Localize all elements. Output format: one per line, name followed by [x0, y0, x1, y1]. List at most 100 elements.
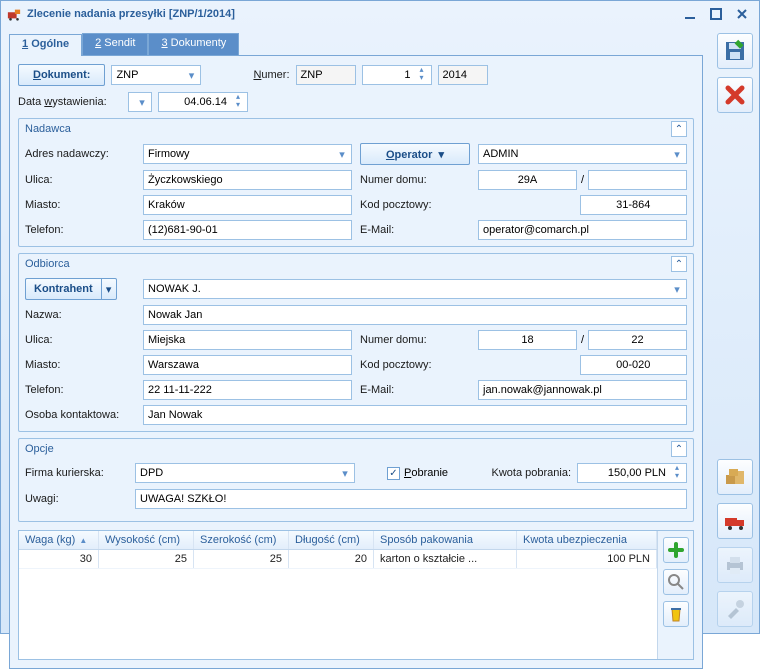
kontrahent-combo[interactable]: NOWAK J.▾ — [143, 279, 687, 299]
odbiorca-tel-input[interactable]: 22 11-11-222 — [143, 380, 352, 400]
kontrahent-button[interactable]: Kontrahent — [25, 278, 101, 300]
nadawca-ulica-input[interactable]: Życzkowskiego — [143, 170, 352, 190]
col-kwota-ubezp[interactable]: Kwota ubezpieczenia — [517, 531, 657, 549]
osoba-label: Osoba kontaktowa: — [25, 409, 135, 421]
collapse-button[interactable]: ⌃ — [671, 441, 687, 457]
odbiorca-numdom-a[interactable]: 18 — [478, 330, 577, 350]
minimize-button[interactable] — [679, 5, 701, 23]
miasto-label: Miasto: — [25, 199, 135, 211]
delete-row-button[interactable] — [663, 601, 689, 627]
cell-kwota-ubezp: 100 PLN — [517, 550, 657, 568]
kod-label: Kod pocztowy: — [360, 359, 470, 371]
kwota-spin[interactable]: 150,00 PLN▴▾ — [577, 463, 687, 483]
tel-label: Telefon: — [25, 224, 135, 236]
slash-sep: / — [581, 334, 584, 346]
close-button[interactable] — [731, 5, 753, 23]
collapse-button[interactable]: ⌃ — [671, 256, 687, 272]
numdom-label: Numer domu: — [360, 334, 470, 346]
odbiorca-numdom-b[interactable]: 22 — [588, 330, 687, 350]
boxes-button[interactable] — [717, 459, 753, 495]
numer-prefix: ZNP — [296, 65, 356, 85]
sort-asc-icon: ▲ — [79, 536, 87, 545]
chevron-down-icon: ▾ — [334, 146, 350, 162]
tel-label: Telefon: — [25, 384, 135, 396]
col-dlugosc[interactable]: Długość (cm) — [289, 531, 374, 549]
collapse-button[interactable]: ⌃ — [671, 121, 687, 137]
truck-button[interactable] — [717, 503, 753, 539]
operator-button[interactable]: Operator ▾ — [360, 143, 470, 165]
odbiorca-osoba-input[interactable]: Jan Nowak — [143, 405, 687, 425]
nadawca-numdom-a[interactable]: 29A — [478, 170, 577, 190]
tools-icon — [723, 597, 747, 621]
adres-nadawczy-combo[interactable]: Firmowy▾ — [143, 144, 352, 164]
cell-waga: 30 — [19, 550, 99, 568]
email-label: E-Mail: — [360, 224, 470, 236]
odbiorca-email-input[interactable]: jan.nowak@jannowak.pl — [478, 380, 687, 400]
window-title: Zlecenie nadania przesyłki [ZNP/1/2014] — [27, 8, 235, 20]
cell-sposob: karton o kształcie ... — [374, 550, 517, 568]
check-icon: ✓ — [387, 467, 400, 480]
uwagi-input[interactable]: UWAGA! SZKŁO! — [135, 489, 687, 509]
chevron-down-icon: ▾ — [134, 94, 150, 110]
kontrahent-dropdown[interactable]: ▾ — [101, 278, 117, 300]
date-spin[interactable]: 04.06.14▴▾ — [158, 92, 248, 112]
nadawca-email-input[interactable]: operator@comarch.pl — [478, 220, 687, 240]
odbiorca-miasto-input[interactable]: Warszawa — [143, 355, 352, 375]
odbiorca-nazwa-input[interactable]: Nowak Jan — [143, 305, 687, 325]
dokument-type-combo[interactable]: ZNP▾ — [111, 65, 201, 85]
save-button[interactable] — [717, 33, 753, 69]
plus-icon — [667, 541, 685, 559]
col-szerokosc[interactable]: Szerokość (cm) — [194, 531, 289, 549]
tab-dokumenty[interactable]: 3 Dokumenty — [148, 33, 239, 55]
tab-ogolne[interactable]: 1 Ogólne — [9, 34, 82, 56]
chevron-down-icon: ▾ — [669, 281, 685, 297]
firma-combo[interactable]: DPD▾ — [135, 463, 355, 483]
boxes-icon — [723, 465, 747, 489]
slash-sep: / — [581, 174, 584, 186]
trash-icon — [667, 605, 685, 623]
cancel-button[interactable] — [717, 77, 753, 113]
odbiorca-kod-input[interactable]: 00-020 — [580, 355, 688, 375]
numer-label: Numer: — [253, 69, 289, 81]
maximize-button[interactable] — [705, 5, 727, 23]
section-title-opcje: Opcje — [25, 443, 671, 455]
col-wysokosc[interactable]: Wysokość (cm) — [99, 531, 194, 549]
date-prefix-combo[interactable]: ▾ — [128, 92, 152, 112]
cell-szerokosc: 25 — [194, 550, 289, 568]
search-row-button[interactable] — [663, 569, 689, 595]
ulica-label: Ulica: — [25, 174, 135, 186]
spin-arrows-icon: ▴▾ — [230, 94, 246, 110]
email-label: E-Mail: — [360, 384, 470, 396]
dokument-button[interactable]: Dokument: — [18, 64, 105, 86]
numer-spin[interactable]: 1▴▾ — [362, 65, 432, 85]
cell-dlugosc: 20 — [289, 550, 374, 568]
tab-sendit[interactable]: 2 Sendit — [82, 33, 148, 55]
nazwa-label: Nazwa: — [25, 309, 135, 321]
numer-year: 2014 — [438, 65, 488, 85]
nadawca-kod-input[interactable]: 31-864 — [580, 195, 688, 215]
chevron-down-icon: ▾ — [669, 146, 685, 162]
col-waga[interactable]: Waga (kg) ▲ — [19, 531, 99, 549]
adres-nadawczy-label: Adres nadawczy: — [25, 148, 135, 160]
nadawca-tel-input[interactable]: (12)681-90-01 — [143, 220, 352, 240]
printer-icon — [723, 553, 747, 577]
spin-arrows-icon: ▴▾ — [414, 67, 430, 83]
operator-combo[interactable]: ADMIN▾ — [478, 144, 687, 164]
cell-wysokosc: 25 — [99, 550, 194, 568]
print-button — [717, 547, 753, 583]
table-row[interactable]: 30 25 25 20 karton o kształcie ... 100 P… — [19, 550, 657, 569]
pobranie-checkbox[interactable]: ✓ Pobranie — [387, 467, 448, 480]
date-label: Data wystawienia: — [18, 96, 122, 108]
floppy-icon — [723, 39, 747, 63]
numdom-label: Numer domu: — [360, 174, 470, 186]
ulica-label: Ulica: — [25, 334, 135, 346]
nadawca-numdom-b[interactable] — [588, 170, 687, 190]
chevron-down-icon: ▾ — [337, 465, 353, 481]
odbiorca-ulica-input[interactable]: Miejska — [143, 330, 352, 350]
x-icon — [723, 83, 747, 107]
nadawca-miasto-input[interactable]: Kraków — [143, 195, 352, 215]
col-sposob[interactable]: Sposób pakowania — [374, 531, 517, 549]
add-row-button[interactable] — [663, 537, 689, 563]
tools-button — [717, 591, 753, 627]
uwagi-label: Uwagi: — [25, 493, 129, 505]
